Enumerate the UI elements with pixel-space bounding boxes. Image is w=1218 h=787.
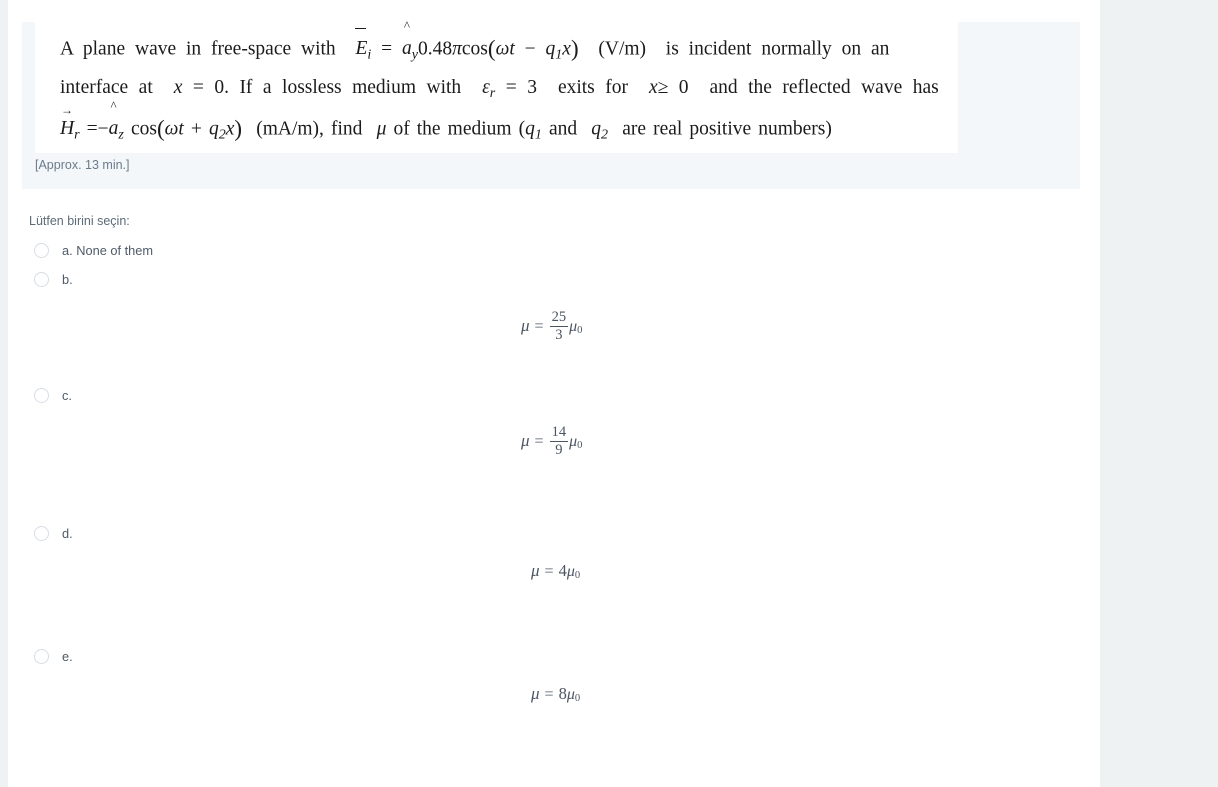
denominator-b: 3 — [549, 326, 569, 343]
question-line-1-text-a: A plane wave in free-space with — [60, 38, 336, 60]
fraction-b: 25 3 — [549, 309, 570, 343]
mu-zero-e: μ0 — [566, 686, 581, 705]
H-symbol: H — [60, 118, 75, 140]
radio-button-b[interactable] — [34, 272, 49, 287]
question-statement: A plane wave in free-space with Ei = ^ ay… — [35, 18, 958, 153]
option-c-formula: μ = 14 9 μ0 — [521, 424, 583, 458]
select-one-prompt: Lütfen birini seçin: — [29, 214, 130, 228]
equals-b: = — [534, 317, 544, 335]
fraction-c: 14 9 — [549, 424, 570, 458]
question-line-3: → Hr =− ^ az cos(ωt + q2x) (mA/m), find μ o… — [35, 98, 958, 148]
radio-button-c[interactable] — [34, 388, 49, 403]
minus-sign: − — [524, 38, 536, 60]
option-e-label: e. — [62, 649, 73, 664]
question-line-2-text-b: If a lossless medium with — [239, 77, 462, 98]
mu-b: μ — [521, 315, 530, 335]
question-line-2-text-d: and the reflected wave has — [709, 77, 939, 98]
mu-d: μ — [531, 561, 540, 580]
subscript-1b: 1 — [534, 126, 542, 143]
radio-button-e[interactable] — [34, 649, 49, 664]
units-volts-per-meter: (V/m) — [598, 38, 647, 60]
equals-d: = — [544, 563, 554, 580]
amplitude-value: 0.48 — [418, 38, 453, 60]
question-line-3-text-c: are real positive numbers) — [622, 118, 832, 140]
quiz-question-card: A plane wave in free-space with Ei = ^ ay… — [8, 0, 1100, 787]
reflected-H-field-vector: → H — [60, 103, 75, 140]
question-line-1-text-b: is incident normally on an — [665, 38, 890, 60]
units-milliamps-per-meter: (mA/m), find — [256, 118, 363, 140]
radio-button-a[interactable] — [34, 243, 49, 258]
question-line-3-text-b: of the medium ( — [393, 118, 526, 140]
mu-zero-d: μ0 — [566, 563, 581, 582]
equals-c: = — [534, 432, 544, 450]
q2-symbol: q — [591, 118, 602, 140]
denominator-c: 9 — [549, 441, 569, 458]
radio-button-d[interactable] — [34, 526, 49, 541]
a-symbol: a — [402, 38, 412, 60]
option-c-label: c. — [62, 388, 72, 403]
x-ge-zero: ≥ 0 — [657, 77, 689, 98]
subscript-2: 2 — [218, 126, 226, 143]
epsilon-r-equals-3: = 3 — [505, 77, 537, 98]
numerator-b: 25 — [551, 309, 567, 325]
q-symbol-2: q — [208, 118, 219, 140]
minus-sign-2: − — [97, 118, 109, 140]
omega-symbol: ω — [495, 38, 510, 60]
q-symbol: q — [545, 38, 556, 60]
q1-symbol: q — [525, 118, 535, 140]
option-a-label: a. None of them — [62, 243, 154, 258]
mu-zero-b: μ0 — [569, 317, 583, 336]
x-symbol-3: x — [648, 77, 658, 98]
omega-symbol-2: ω — [164, 118, 179, 140]
subscript-i: i — [367, 46, 372, 63]
question-line-2-text-a: interface at — [60, 77, 153, 98]
option-b-formula: μ = 25 3 μ0 — [521, 309, 583, 343]
option-b-label: b. — [62, 272, 73, 287]
numerator-c: 14 — [551, 424, 567, 440]
unit-vector-a-hat-y: ^ a — [402, 18, 412, 60]
cos-function-2: cos — [130, 118, 157, 140]
equals-sign-2: = — [86, 118, 98, 140]
pi-symbol: π — [452, 38, 462, 60]
mu-zero-c: μ0 — [569, 432, 583, 451]
E-symbol: E — [355, 38, 368, 60]
plus-sign: + — [190, 118, 202, 140]
t-symbol: t — [509, 38, 515, 60]
option-d-formula: μ = 4μ0 — [531, 561, 580, 581]
coefficient-e: 8 — [558, 684, 567, 703]
approx-time-note: [Approx. 13 min.] — [35, 158, 130, 172]
question-line-2: interface at x = 0. If a lossless medium… — [35, 68, 958, 108]
option-d-label: d. — [62, 526, 73, 541]
equals-e: = — [544, 686, 554, 703]
question-line-1: A plane wave in free-space with Ei = ^ ay… — [35, 18, 958, 69]
coefficient-d: 4 — [558, 561, 567, 580]
subscript-r-2: r — [74, 126, 80, 143]
cos-function: cos — [461, 38, 488, 60]
question-box: A plane wave in free-space with Ei = ^ ay… — [22, 18, 1080, 189]
t-symbol-2: t — [178, 118, 184, 140]
period-1: . — [224, 77, 229, 98]
option-e-formula: μ = 8μ0 — [531, 684, 580, 704]
mu-c: μ — [521, 430, 530, 450]
x-symbol: x — [562, 38, 571, 60]
x-equals-zero: = 0 — [192, 77, 225, 98]
unit-vector-a-hat-z: ^ a — [108, 98, 119, 140]
subscript-2b: 2 — [601, 126, 609, 143]
and-text: and — [548, 118, 578, 140]
question-line-2-text-c: exits for — [557, 77, 628, 98]
incident-E-field-vector: E — [355, 28, 368, 69]
epsilon-symbol: ε — [482, 77, 490, 98]
mu-e: μ — [531, 684, 540, 703]
equals-sign: = — [381, 38, 393, 60]
subscript-z: z — [118, 126, 124, 143]
a-symbol-2: a — [108, 118, 119, 140]
subscript-r: r — [489, 84, 496, 101]
x-symbol-2: x — [173, 77, 183, 98]
mu-symbol: μ — [376, 118, 387, 140]
